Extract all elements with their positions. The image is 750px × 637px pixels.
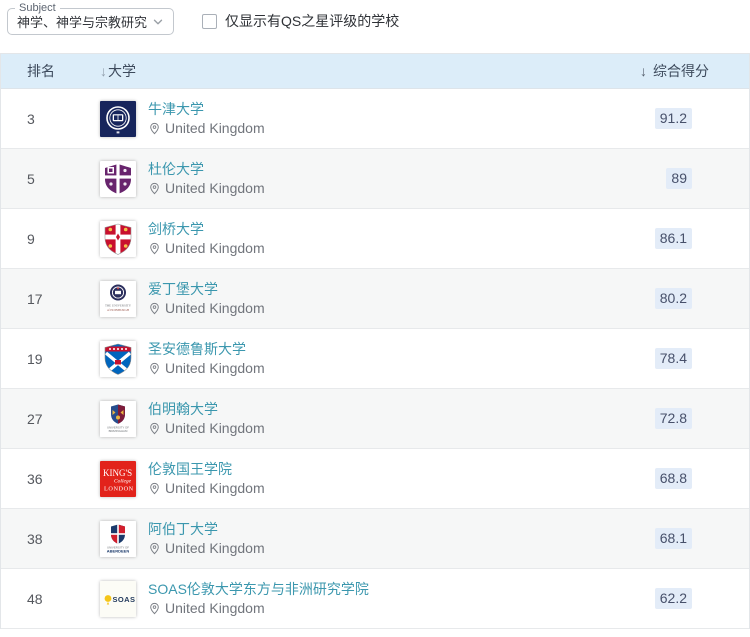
qs-stars-checkbox-label[interactable]: 仅显示有QS之星评级的学校 <box>225 11 399 31</box>
sort-arrow-icon: ↓ <box>100 63 107 79</box>
rank-cell: 9 <box>27 230 35 247</box>
svg-text:SOAS: SOAS <box>113 595 136 604</box>
svg-text:of EDINBURGH: of EDINBURGH <box>107 307 130 311</box>
rank-cell: 27 <box>27 410 43 427</box>
header-university-label: 大学 <box>108 63 136 79</box>
university-country: United Kingdom <box>165 420 265 436</box>
chevron-down-icon <box>151 15 165 29</box>
score-badge: 91.2 <box>654 108 692 129</box>
score-badge: 86.1 <box>654 228 692 249</box>
subject-select-label: Subject <box>15 1 60 15</box>
table-header-row: 排名 ↓ 大学 ↓ 综合得分 <box>1 54 749 89</box>
university-logo[interactable]: UNIVERSITY OF ABERDEEN <box>100 520 136 557</box>
university-logo[interactable] <box>100 220 136 257</box>
rank-cell: 19 <box>27 350 43 367</box>
rank-cell: 3 <box>27 110 35 127</box>
table-row: 5 杜伦大学 United Kingdom 89 <box>1 149 749 209</box>
university-country: United Kingdom <box>165 480 265 496</box>
table-row: 17 THE UNIVERSITY of EDINBURGH 爱丁堡大学 Uni… <box>1 269 749 329</box>
university-country: United Kingdom <box>165 540 265 556</box>
university-country: United Kingdom <box>165 120 265 136</box>
rank-cell: 48 <box>27 590 43 607</box>
score-badge: 68.1 <box>654 528 692 549</box>
header-university[interactable]: ↓ 大学 <box>100 61 569 81</box>
table-row: 48 SOAS SOAS伦敦大学东方与非洲研究学院 United Kingdom… <box>1 569 749 629</box>
location-pin-icon <box>148 242 161 255</box>
score-badge: 62.2 <box>654 588 692 609</box>
university-name-link[interactable]: 剑桥大学 <box>148 221 265 238</box>
location-pin-icon <box>148 182 161 195</box>
location-pin-icon <box>148 482 161 495</box>
table-row: 38 UNIVERSITY OF ABERDEEN 阿伯丁大学 United K… <box>1 509 749 569</box>
university-country: United Kingdom <box>165 360 265 376</box>
score-badge: 72.8 <box>654 408 692 429</box>
university-logo[interactable] <box>100 340 136 377</box>
svg-text:ABERDEEN: ABERDEEN <box>107 548 130 553</box>
university-country: United Kingdom <box>165 240 265 256</box>
location-pin-icon <box>148 602 161 615</box>
university-name-link[interactable]: 伯明翰大学 <box>148 401 265 418</box>
rank-cell: 17 <box>27 290 43 307</box>
sort-arrow-icon: ↓ <box>640 63 647 79</box>
university-country: United Kingdom <box>165 300 265 316</box>
score-badge: 89 <box>666 168 692 189</box>
score-badge: 78.4 <box>654 348 692 369</box>
university-name-link[interactable]: SOAS伦敦大学东方与非洲研究学院 <box>148 581 369 598</box>
filter-bar: Subject 神学、神学与宗教研究 仅显示有QS之星评级的学校 <box>0 0 750 53</box>
university-logo[interactable] <box>100 100 136 137</box>
svg-text:BIRMINGHAM: BIRMINGHAM <box>109 429 128 433</box>
university-logo[interactable]: UNIVERSITY OF BIRMINGHAM <box>100 400 136 437</box>
university-country: United Kingdom <box>165 180 265 196</box>
score-badge: 68.8 <box>654 468 692 489</box>
header-score[interactable]: ↓ 综合得分 <box>569 61 749 81</box>
ranking-table: 排名 ↓ 大学 ↓ 综合得分 3 牛津大学 United Kingdom 91.… <box>0 53 750 629</box>
table-row: 3 牛津大学 United Kingdom 91.2 <box>1 89 749 149</box>
location-pin-icon <box>148 422 161 435</box>
university-logo[interactable]: KING'S College LONDON <box>100 460 136 497</box>
score-badge: 80.2 <box>654 288 692 309</box>
subject-select[interactable]: Subject 神学、神学与宗教研究 <box>7 1 174 35</box>
qs-stars-checkbox[interactable] <box>202 13 217 29</box>
university-logo[interactable]: SOAS <box>100 580 136 617</box>
location-pin-icon <box>148 302 161 315</box>
university-country: United Kingdom <box>165 600 265 616</box>
university-name-link[interactable]: 伦敦国王学院 <box>148 461 265 478</box>
rank-cell: 38 <box>27 530 43 547</box>
table-row: 36 KING'S College LONDON 伦敦国王学院 United K… <box>1 449 749 509</box>
location-pin-icon <box>148 122 161 135</box>
header-rank: 排名 <box>27 63 55 79</box>
location-pin-icon <box>148 542 161 555</box>
rank-cell: 5 <box>27 170 35 187</box>
table-body: 3 牛津大学 United Kingdom 91.2 5 杜伦大学 United… <box>1 89 749 629</box>
university-name-link[interactable]: 爱丁堡大学 <box>148 281 265 298</box>
table-row: 19 圣安德鲁斯大学 United Kingdom 78.4 <box>1 329 749 389</box>
table-row: 27 UNIVERSITY OF BIRMINGHAM 伯明翰大学 United… <box>1 389 749 449</box>
qs-stars-filter[interactable]: 仅显示有QS之星评级的学校 <box>202 11 399 31</box>
location-pin-icon <box>148 362 161 375</box>
university-name-link[interactable]: 杜伦大学 <box>148 161 265 178</box>
svg-text:College: College <box>114 478 132 484</box>
university-name-link[interactable]: 阿伯丁大学 <box>148 521 265 538</box>
university-name-link[interactable]: 圣安德鲁斯大学 <box>148 341 265 358</box>
svg-text:LONDON: LONDON <box>104 485 134 492</box>
university-logo[interactable] <box>100 160 136 197</box>
header-score-label: 综合得分 <box>653 63 709 79</box>
table-row: 9 剑桥大学 United Kingdom 86.1 <box>1 209 749 269</box>
rank-cell: 36 <box>27 470 43 487</box>
university-name-link[interactable]: 牛津大学 <box>148 101 265 118</box>
svg-text:KING'S: KING'S <box>103 468 132 478</box>
university-logo[interactable]: THE UNIVERSITY of EDINBURGH <box>100 280 136 317</box>
